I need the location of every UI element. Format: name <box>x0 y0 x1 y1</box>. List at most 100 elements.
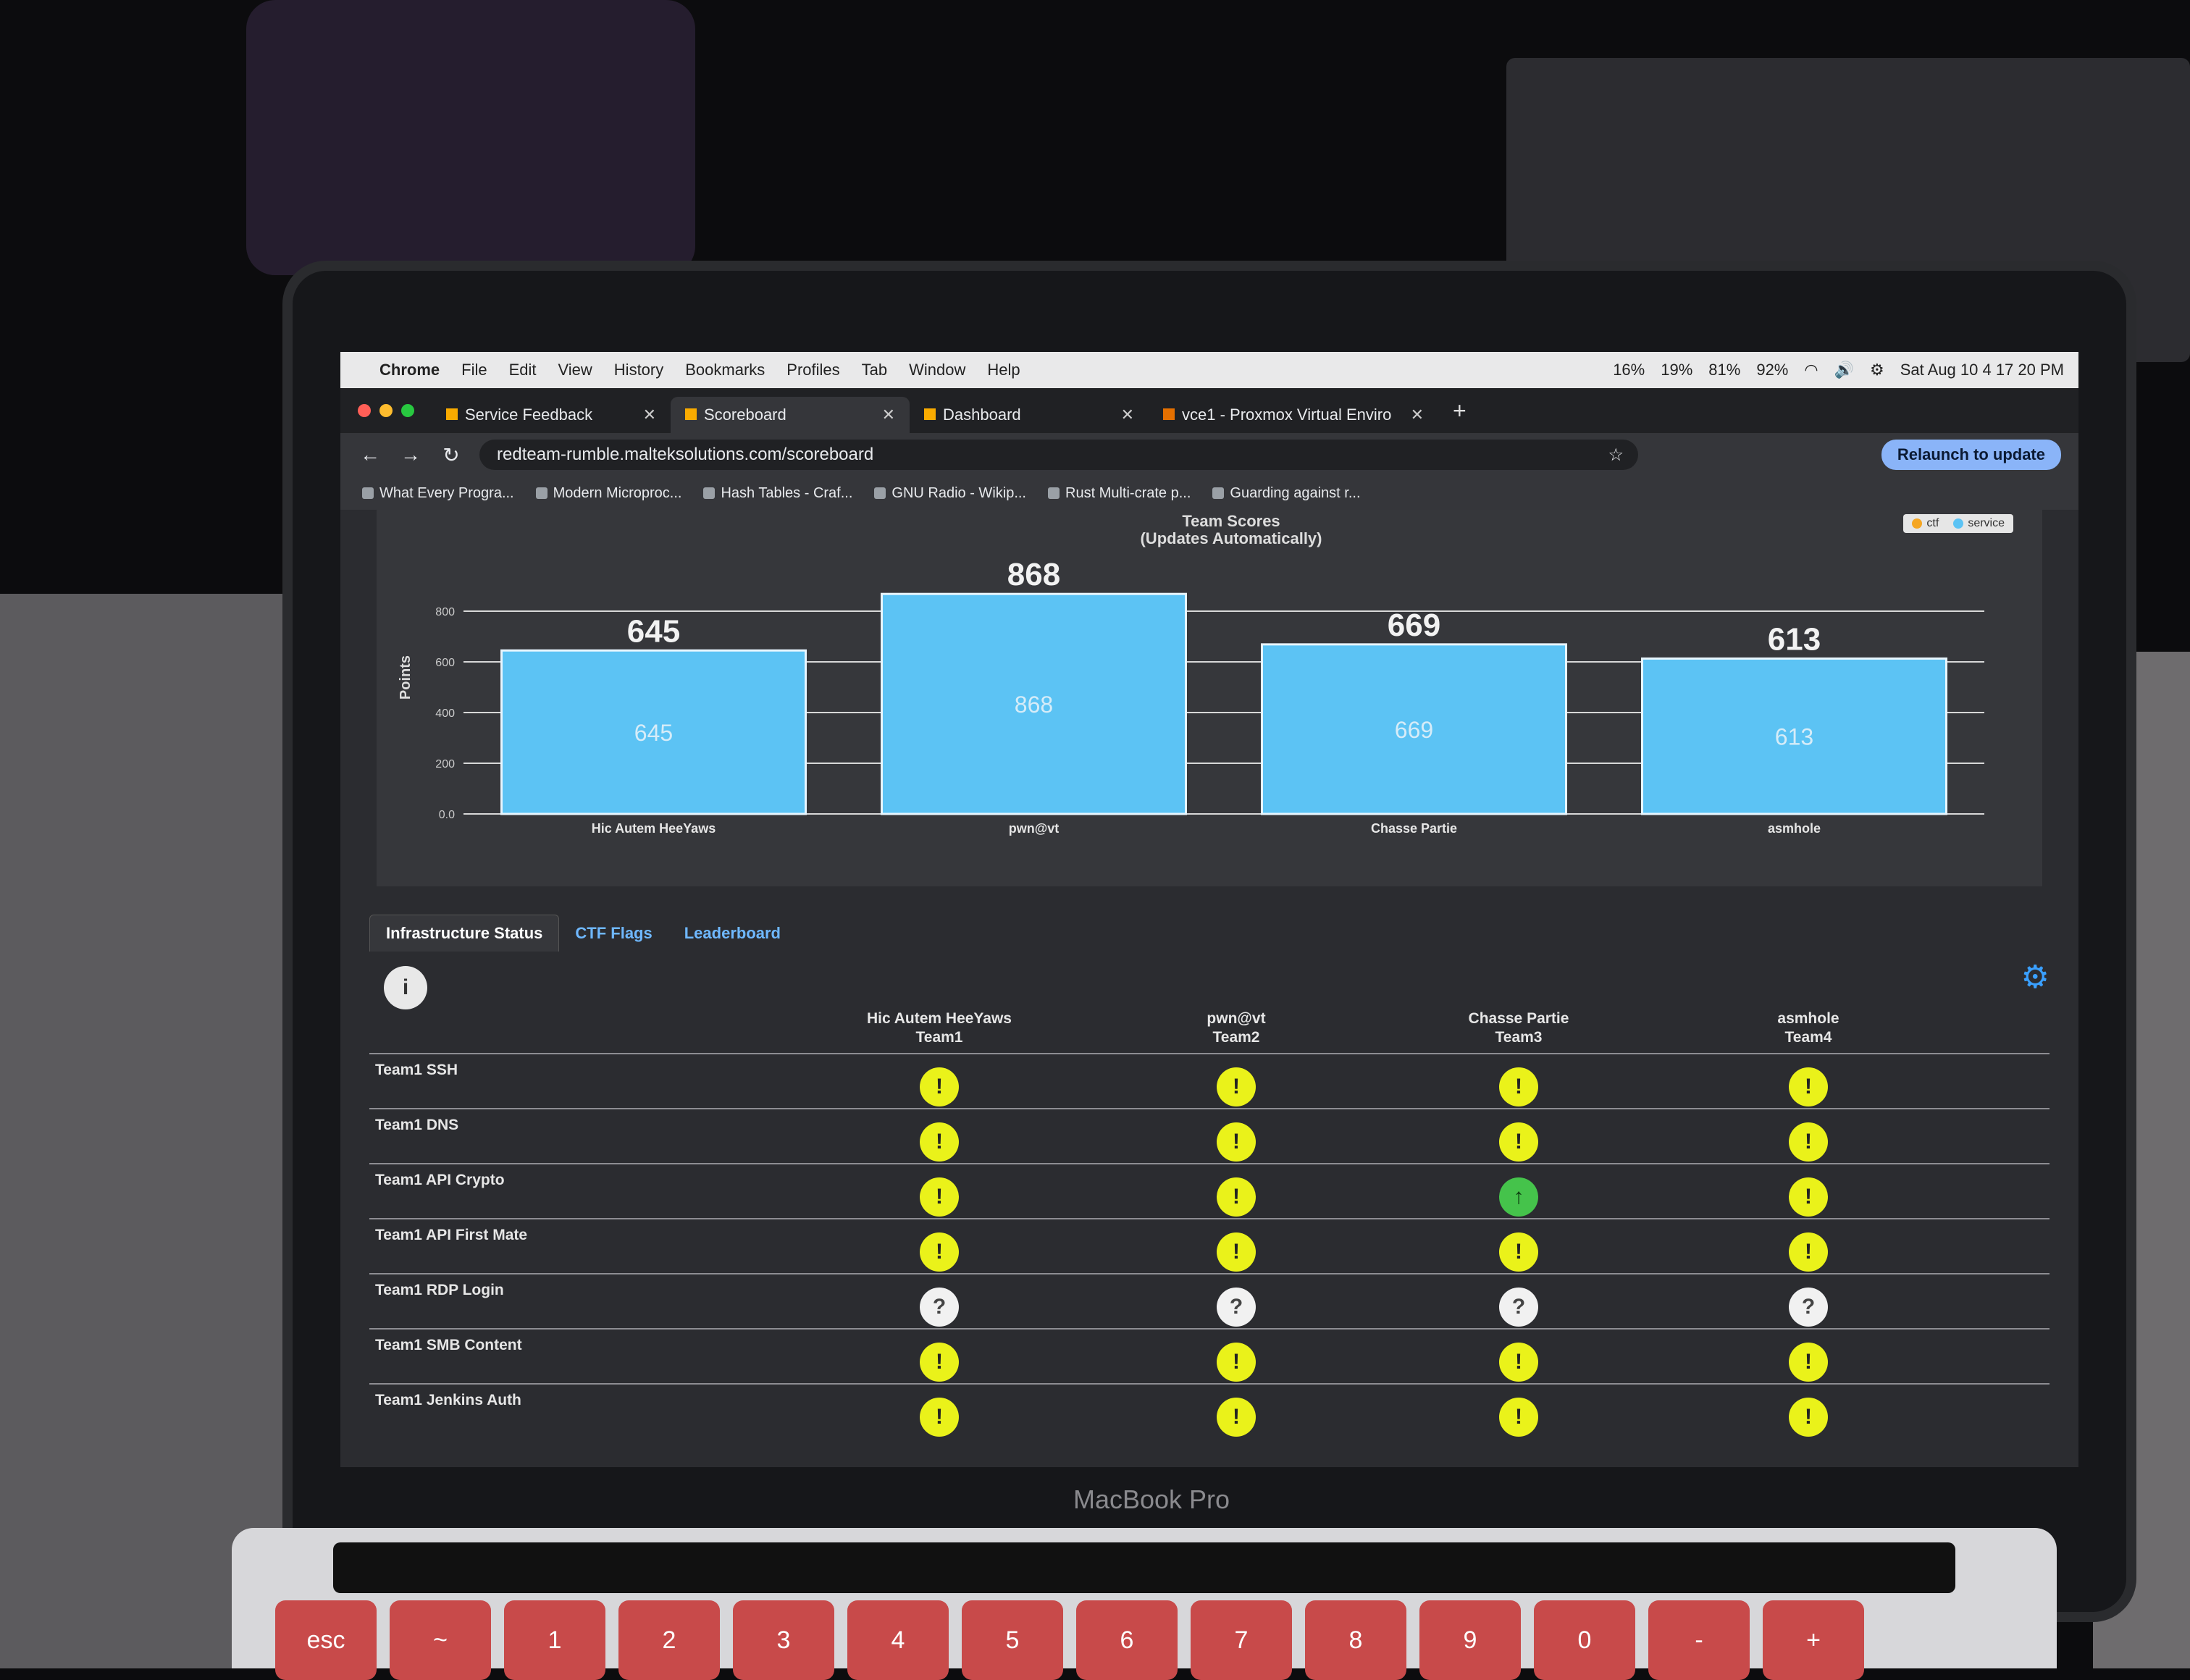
status-warn-icon[interactable]: ! <box>1499 1232 1538 1272</box>
close-tab-icon[interactable]: ✕ <box>643 406 656 424</box>
close-tab-icon[interactable]: ✕ <box>1411 406 1424 424</box>
close-tab-icon[interactable]: ✕ <box>1121 406 1134 424</box>
bar-value-label: 669 <box>1388 608 1440 643</box>
bar-value-label: 645 <box>627 613 680 649</box>
close-tab-icon[interactable]: ✕ <box>882 406 895 424</box>
ram-stat[interactable]: 81% <box>1708 361 1740 379</box>
status-warn-icon[interactable]: ! <box>1789 1122 1828 1162</box>
menubar-clock[interactable]: Sat Aug 10 4 17 20 PM <box>1900 361 2064 379</box>
team-column-header: asmhole Team4 <box>1700 1009 1917 1047</box>
menu-bookmarks[interactable]: Bookmarks <box>685 361 765 379</box>
status-warn-icon[interactable]: ! <box>920 1067 959 1106</box>
reload-icon[interactable]: ↻ <box>440 443 462 467</box>
team-name: asmhole <box>1777 1010 1839 1027</box>
menu-edit[interactable]: Edit <box>509 361 537 379</box>
bookmark-favicon-icon <box>1212 487 1225 499</box>
menu-app-name[interactable]: Chrome <box>379 361 440 379</box>
tab-dashboard[interactable]: Dashboard ✕ <box>910 397 1149 433</box>
bar-value-label: 613 <box>1768 621 1821 657</box>
tab-scoreboard[interactable]: Scoreboard ✕ <box>671 397 910 433</box>
status-warn-icon[interactable]: ! <box>1499 1067 1538 1106</box>
tab-ctf-flags[interactable]: CTF Flags <box>559 915 668 952</box>
status-unknown-icon[interactable]: ? <box>1789 1288 1828 1327</box>
bookmark-item[interactable]: Guarding against r... <box>1212 484 1361 502</box>
status-warn-icon[interactable]: ! <box>920 1343 959 1382</box>
background-person <box>246 0 695 275</box>
menu-history[interactable]: History <box>614 361 663 379</box>
status-unknown-icon[interactable]: ? <box>1217 1288 1256 1327</box>
chart-favicon-icon <box>685 408 697 420</box>
tab-service-feedback[interactable]: Service Feedback ✕ <box>432 397 671 433</box>
photo-scene: Chrome File Edit View History Bookmarks … <box>0 0 2190 1680</box>
tab-title: vce1 - Proxmox Virtual Enviro <box>1182 406 1392 424</box>
status-warn-icon[interactable]: ! <box>920 1122 959 1162</box>
status-up-icon[interactable]: ↑ <box>1499 1177 1538 1217</box>
bookmark-label: Guarding against r... <box>1230 484 1361 501</box>
y-tick-label: 400 <box>435 707 455 720</box>
status-unknown-icon[interactable]: ? <box>920 1288 959 1327</box>
close-window-button[interactable] <box>358 404 371 417</box>
gear-icon[interactable]: ⚙ <box>2021 959 2050 996</box>
tab-title: Dashboard <box>943 406 1021 424</box>
team-id: Team1 <box>915 1029 963 1046</box>
new-tab-button[interactable]: + <box>1453 398 1467 424</box>
bookmark-item[interactable]: What Every Progra... <box>362 485 514 502</box>
status-warn-icon[interactable]: ! <box>1789 1343 1828 1382</box>
status-warn-icon[interactable]: ! <box>1217 1343 1256 1382</box>
desk-left <box>0 594 311 1668</box>
tab-infrastructure-status[interactable]: Infrastructure Status <box>369 915 560 952</box>
keyboard: esc ~1 2 3 4 5 6 7 8 9 0- + <box>232 1528 2057 1680</box>
zoom-window-button[interactable] <box>401 404 414 417</box>
url-bar[interactable]: redteam-rumble.malteksolutions.com/score… <box>479 440 1638 470</box>
status-warn-icon[interactable]: ! <box>1789 1177 1828 1217</box>
relaunch-to-update-button[interactable]: Relaunch to update <box>1881 440 2061 470</box>
status-warn-icon[interactable]: ! <box>1217 1232 1256 1272</box>
ssd-stat[interactable]: 92% <box>1756 361 1788 379</box>
tab-proxmox[interactable]: vce1 - Proxmox Virtual Enviro ✕ <box>1149 397 1438 433</box>
service-name: Team1 API First Mate <box>375 1227 528 1243</box>
cpu-stat[interactable]: 16% <box>1613 361 1645 379</box>
status-warn-icon[interactable]: ! <box>1217 1122 1256 1162</box>
status-warn-icon[interactable]: ! <box>920 1398 959 1437</box>
status-warn-icon[interactable]: ! <box>1217 1177 1256 1217</box>
gpu-stat[interactable]: 19% <box>1661 361 1692 379</box>
status-unknown-icon[interactable]: ? <box>1499 1288 1538 1327</box>
status-warn-icon[interactable]: ! <box>1499 1398 1538 1437</box>
status-warn-icon[interactable]: ! <box>1789 1398 1828 1437</box>
laptop-model-label: MacBook Pro <box>1073 1484 1230 1514</box>
bar-value-label: 868 <box>1007 557 1060 592</box>
status-warn-icon[interactable]: ! <box>1499 1122 1538 1162</box>
volume-icon[interactable]: 🔊 <box>1834 361 1854 379</box>
menu-profiles[interactable]: Profiles <box>786 361 839 379</box>
forward-arrow-icon[interactable]: → <box>400 443 421 466</box>
status-warn-icon[interactable]: ! <box>920 1232 959 1272</box>
menu-view[interactable]: View <box>558 361 592 379</box>
menu-help[interactable]: Help <box>987 361 1020 379</box>
tab-leaderboard[interactable]: Leaderboard <box>668 915 797 952</box>
team-id: Team4 <box>1784 1029 1832 1046</box>
back-arrow-icon[interactable]: ← <box>359 443 381 466</box>
menu-window[interactable]: Window <box>909 361 965 379</box>
wifi-icon[interactable]: ◠ <box>1804 361 1818 379</box>
status-warn-icon[interactable]: ! <box>1217 1067 1256 1106</box>
url-text[interactable]: redteam-rumble.malteksolutions.com/score… <box>497 445 873 465</box>
tab-title: Scoreboard <box>704 406 786 424</box>
menu-tab[interactable]: Tab <box>862 361 887 379</box>
bookmark-item[interactable]: Modern Microproc... <box>535 485 681 502</box>
macos-menubar: Chrome File Edit View History Bookmarks … <box>340 352 2078 388</box>
team-id: Team2 <box>1212 1029 1260 1046</box>
menu-file[interactable]: File <box>461 361 487 379</box>
status-warn-icon[interactable]: ! <box>1499 1343 1538 1382</box>
status-warn-icon[interactable]: ! <box>1789 1067 1828 1106</box>
bookmark-item[interactable]: Hash Tables - Craf... <box>703 485 852 502</box>
bookmark-star-icon[interactable]: ☆ <box>1608 445 1624 466</box>
status-warn-icon[interactable]: ! <box>1789 1232 1828 1272</box>
control-center-icon[interactable]: ⚙ <box>1870 361 1884 379</box>
table-row: Team1 SSH!!!! <box>369 1053 2050 1108</box>
bookmark-item[interactable]: Rust Multi-crate p... <box>1048 485 1191 502</box>
status-warn-icon[interactable]: ! <box>1217 1398 1256 1437</box>
minimize-window-button[interactable] <box>379 404 393 417</box>
info-icon[interactable]: i <box>384 966 427 1009</box>
bookmark-item[interactable]: GNU Radio - Wikip... <box>874 485 1026 502</box>
status-warn-icon[interactable]: ! <box>920 1177 959 1217</box>
